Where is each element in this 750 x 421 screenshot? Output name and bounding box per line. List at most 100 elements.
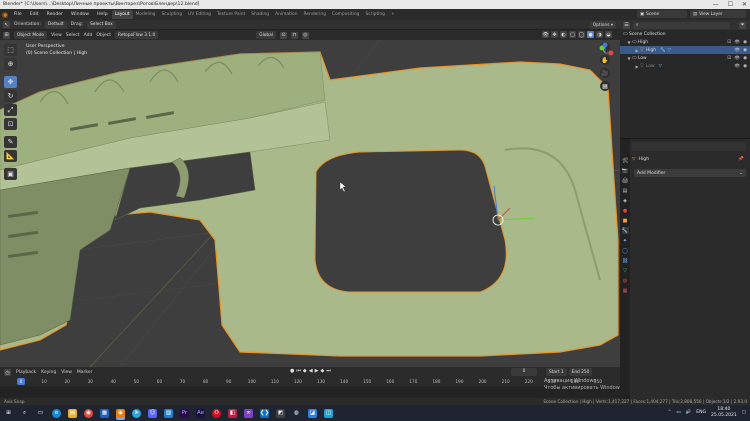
- outliner-row-low-mesh[interactable]: ▶ ▽ Low ▽ 👁 ◉: [620, 62, 750, 70]
- steam-icon[interactable]: ◍: [292, 408, 301, 418]
- timeline-menu-playback[interactable]: Playback: [16, 370, 36, 375]
- discord-icon[interactable]: ☺: [148, 408, 157, 418]
- maximize-button[interactable]: ☐: [728, 1, 733, 8]
- menu-file[interactable]: File: [10, 12, 26, 17]
- workspace-tab-layout[interactable]: Layout: [111, 10, 133, 19]
- camera-icon[interactable]: ◉: [743, 64, 747, 69]
- render-tab-icon[interactable]: 📷: [622, 167, 629, 174]
- visibility-icon[interactable]: 👁: [542, 31, 549, 38]
- prev-key-icon[interactable]: ◆: [303, 368, 307, 374]
- start-frame-field[interactable]: Start 1: [546, 368, 567, 376]
- outliner-row-high-collection[interactable]: ▼ ▭ High ☑ 👁 ◉: [620, 38, 750, 46]
- taskbar-search-icon[interactable]: ⌕: [20, 409, 29, 418]
- tray-chevron-icon[interactable]: ⌃: [668, 410, 672, 415]
- material-tab-icon[interactable]: ◍: [622, 277, 629, 284]
- jump-end-icon[interactable]: ⏭: [326, 368, 331, 374]
- view-layer-tab-icon[interactable]: ▤: [622, 187, 629, 194]
- keyboard-language[interactable]: ENG: [696, 410, 706, 415]
- eye-icon[interactable]: 👁: [734, 56, 740, 61]
- axis-gizmo-icon[interactable]: [594, 42, 616, 64]
- blender-logo-icon[interactable]: ◉: [0, 10, 10, 20]
- xray-icon[interactable]: ▢: [569, 31, 576, 38]
- network-icon[interactable]: ▭: [676, 410, 680, 415]
- rotate-tool-icon[interactable]: ↻: [4, 90, 17, 102]
- timeline-editor-icon[interactable]: ◷: [4, 369, 11, 376]
- workspace-tab-modeling[interactable]: Modeling: [133, 10, 159, 19]
- windows-start-icon[interactable]: ⊞: [4, 409, 13, 418]
- timeline-area[interactable]: 0 10 20 30 40 50 60 70 80 90 100 110 120 130 140 150 160…: [0, 378, 717, 398]
- end-frame-field[interactable]: End 250: [568, 368, 593, 376]
- outliner-search-input[interactable]: ⌕: [633, 21, 730, 29]
- viewport-menu-view[interactable]: View: [51, 33, 62, 38]
- shading-material-icon[interactable]: ◑: [596, 31, 603, 38]
- add-workspace-button[interactable]: +: [388, 10, 398, 19]
- constraints-tab-icon[interactable]: ⛓: [622, 257, 629, 264]
- vscode-icon[interactable]: ❮❯: [260, 408, 269, 418]
- gizmo-icon[interactable]: ✥: [551, 31, 558, 38]
- workspace-tab-scripting[interactable]: Scripting: [362, 10, 388, 19]
- eye-icon[interactable]: 👁: [734, 64, 740, 69]
- workspace-tab-compositing[interactable]: Compositing: [329, 10, 363, 19]
- pivot-icon[interactable]: ⊙: [279, 31, 287, 39]
- world-tab-icon[interactable]: ●: [622, 207, 629, 214]
- scene-tab-icon[interactable]: ◈: [622, 197, 629, 204]
- app-icon[interactable]: ◧: [228, 408, 237, 418]
- store-icon[interactable]: ▦: [100, 408, 109, 418]
- opera-icon[interactable]: O: [212, 408, 221, 418]
- snap-icon[interactable]: ⊓: [290, 31, 298, 39]
- premiere-icon[interactable]: Pr: [180, 408, 189, 418]
- scene-selector[interactable]: ▣ Scene: [637, 10, 687, 18]
- filter-icon[interactable]: ⏷: [739, 21, 746, 29]
- add-cube-tool-icon[interactable]: ▣: [4, 168, 17, 180]
- telegram-icon[interactable]: ➤: [132, 408, 141, 418]
- properties-search-input[interactable]: [632, 142, 746, 151]
- options-dropdown[interactable]: Options ▾: [589, 21, 616, 29]
- app-icon[interactable]: ◪: [308, 408, 317, 418]
- current-frame-field[interactable]: 0: [511, 368, 537, 376]
- 3d-viewport[interactable]: User Perspective (0) Scene Collection | …: [0, 40, 620, 367]
- physics-tab-icon[interactable]: ◯: [622, 247, 629, 254]
- workspace-tab-animation[interactable]: Animation: [272, 10, 300, 19]
- camera-icon[interactable]: ◉: [743, 56, 747, 61]
- record-icon[interactable]: ●: [290, 368, 294, 374]
- menu-edit[interactable]: Edit: [26, 12, 43, 17]
- camera-icon[interactable]: ◉: [743, 48, 747, 53]
- orientation-dropdown[interactable]: Default: [44, 20, 67, 29]
- notifications-icon[interactable]: ▢: [742, 410, 746, 415]
- app-icon[interactable]: ◫: [324, 408, 333, 418]
- measure-tool-icon[interactable]: 📐: [4, 150, 17, 162]
- edge-icon[interactable]: e: [52, 408, 61, 418]
- data-tab-icon[interactable]: ▽: [622, 267, 629, 274]
- close-button[interactable]: ✕: [742, 1, 747, 8]
- menu-render[interactable]: Render: [43, 12, 67, 17]
- workspace-tab-sculpting[interactable]: Sculpting: [158, 10, 185, 19]
- visual-studio-icon[interactable]: ∞: [244, 408, 253, 418]
- select-box-tool-icon[interactable]: ⬚: [4, 44, 17, 56]
- timeline-menu-marker[interactable]: Marker: [77, 370, 93, 375]
- retopoflow-menu[interactable]: RetopoFlow 3.1.0: [115, 31, 159, 39]
- outliner-editor-icon[interactable]: ☰: [623, 21, 630, 29]
- tool-tab-icon[interactable]: 🛠: [622, 157, 629, 164]
- transform-tool-icon[interactable]: ⊡: [4, 118, 17, 130]
- modifier-tab-icon[interactable]: 🔧: [621, 227, 629, 234]
- timeline-menu-view[interactable]: View: [61, 370, 72, 375]
- cursor-tool-icon[interactable]: ⊕: [4, 58, 17, 70]
- camera-icon[interactable]: ◉: [743, 40, 747, 45]
- jump-start-icon[interactable]: ⏮: [296, 368, 301, 374]
- checkbox-icon[interactable]: ☑: [727, 56, 731, 61]
- shading-rendered-icon[interactable]: ◒: [605, 31, 612, 38]
- drag-dropdown[interactable]: Select Box: [87, 20, 116, 29]
- app-icon[interactable]: ◩: [276, 408, 285, 418]
- transform-orientation-dropdown[interactable]: Global: [256, 31, 276, 39]
- blender-taskbar-icon[interactable]: ◉: [116, 408, 125, 418]
- eye-icon[interactable]: 👁: [734, 48, 740, 53]
- editor-type-icon[interactable]: ⊞: [3, 31, 10, 39]
- minimize-button[interactable]: —: [713, 1, 719, 8]
- annotate-tool-icon[interactable]: ✎: [4, 136, 17, 148]
- after-effects-icon[interactable]: Ae: [196, 408, 205, 418]
- scale-tool-icon[interactable]: ⤢: [4, 104, 17, 116]
- move-tool-icon[interactable]: ✥: [4, 76, 17, 88]
- shading-wireframe-icon[interactable]: ◯: [578, 31, 585, 38]
- checkbox-icon[interactable]: ☑: [727, 40, 731, 45]
- workspace-tab-uv-editing[interactable]: UV Editing: [185, 10, 214, 19]
